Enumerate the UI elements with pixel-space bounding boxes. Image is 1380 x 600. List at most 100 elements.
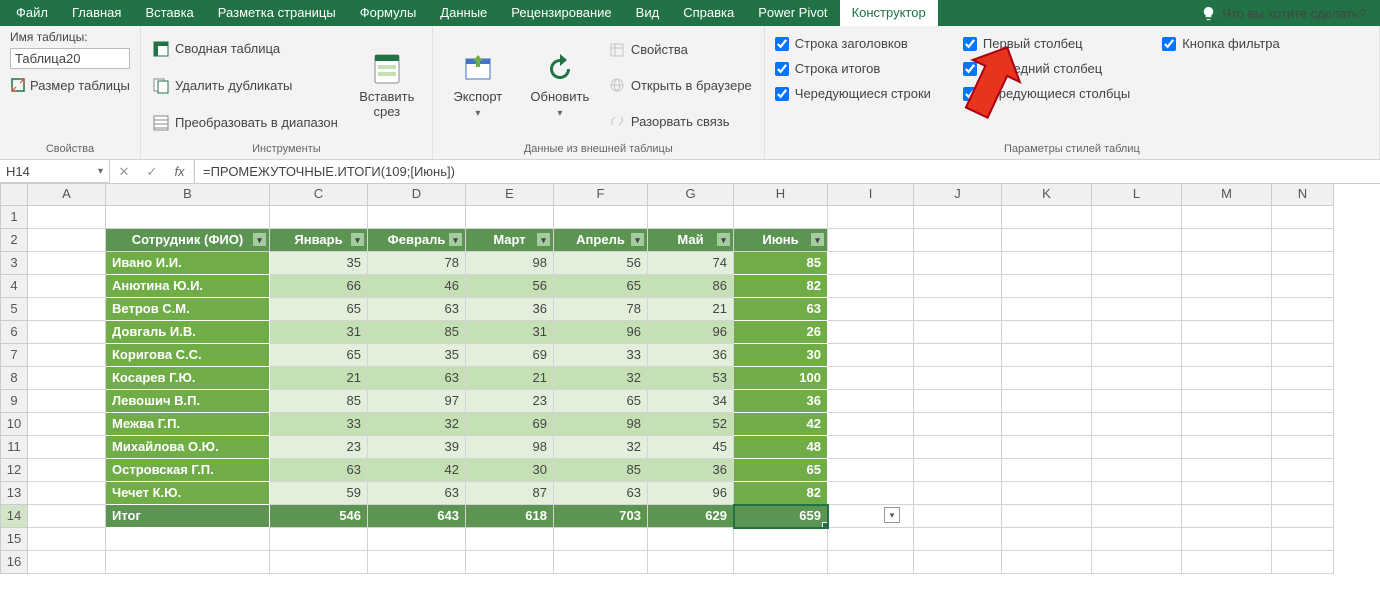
cell[interactable]: 56 [466, 275, 554, 298]
col-header[interactable]: C [270, 184, 368, 206]
cell[interactable]: Довгаль И.В. [106, 321, 270, 344]
cell[interactable]: Май▾ [648, 229, 734, 252]
cell[interactable] [28, 505, 106, 528]
cell[interactable] [1182, 252, 1272, 275]
cell[interactable]: 703 [554, 505, 648, 528]
cell[interactable] [1002, 413, 1092, 436]
cell[interactable]: 53 [648, 367, 734, 390]
cell[interactable]: 34 [648, 390, 734, 413]
cell[interactable] [914, 275, 1002, 298]
cell[interactable] [828, 528, 914, 551]
cell[interactable]: 32 [554, 367, 648, 390]
cell[interactable]: 48 [734, 436, 828, 459]
cell[interactable]: 65 [270, 344, 368, 367]
cell[interactable]: Апрель▾ [554, 229, 648, 252]
cell[interactable] [28, 390, 106, 413]
cell[interactable] [554, 551, 648, 574]
cell[interactable]: 82 [734, 482, 828, 505]
tab-Разметка страницы[interactable]: Разметка страницы [206, 0, 348, 26]
cell[interactable] [828, 298, 914, 321]
cell[interactable] [1272, 413, 1334, 436]
cell[interactable] [1272, 390, 1334, 413]
resize-table-button[interactable]: Размер таблицы [10, 77, 130, 93]
cell[interactable]: 31 [466, 321, 554, 344]
cell[interactable] [28, 528, 106, 551]
cell[interactable]: 63 [368, 482, 466, 505]
cell[interactable] [368, 206, 466, 229]
table-name-input[interactable] [10, 48, 130, 69]
cell[interactable] [1182, 229, 1272, 252]
select-all-corner[interactable] [0, 184, 28, 206]
cell[interactable] [1092, 206, 1182, 229]
filter-button[interactable]: ▾ [536, 232, 551, 247]
cell[interactable] [1002, 252, 1092, 275]
col-header[interactable]: I [828, 184, 914, 206]
row-header[interactable]: 3 [0, 252, 28, 275]
row-header[interactable]: 10 [0, 413, 28, 436]
cell[interactable]: 36 [466, 298, 554, 321]
cell[interactable] [28, 298, 106, 321]
cell[interactable] [914, 206, 1002, 229]
tab-Конструктор[interactable]: Конструктор [840, 0, 938, 26]
tab-Файл[interactable]: Файл [4, 0, 60, 26]
cell[interactable] [28, 344, 106, 367]
cell[interactable] [1092, 229, 1182, 252]
cell[interactable] [1092, 482, 1182, 505]
cell[interactable] [270, 206, 368, 229]
cell[interactable]: 74 [648, 252, 734, 275]
cell[interactable] [828, 436, 914, 459]
cell[interactable] [28, 275, 106, 298]
name-box[interactable]: H14▾ [0, 160, 110, 183]
cell[interactable] [1272, 298, 1334, 321]
filter-button[interactable]: ▾ [630, 232, 645, 247]
cell[interactable] [106, 528, 270, 551]
col-header[interactable]: E [466, 184, 554, 206]
row-header[interactable]: 14 [0, 505, 28, 528]
export-button[interactable]: Экспорт▾ [443, 30, 513, 141]
cell[interactable] [1002, 367, 1092, 390]
cell[interactable] [28, 436, 106, 459]
cell[interactable] [1272, 436, 1334, 459]
cell[interactable] [914, 252, 1002, 275]
cell[interactable] [1002, 551, 1092, 574]
chk-last-col[interactable]: Последний столбец [963, 61, 1130, 76]
cell[interactable] [1002, 229, 1092, 252]
cell[interactable] [270, 551, 368, 574]
cell[interactable] [368, 551, 466, 574]
cell[interactable] [1092, 298, 1182, 321]
cell[interactable] [1002, 206, 1092, 229]
cell[interactable] [734, 528, 828, 551]
cell[interactable]: 32 [368, 413, 466, 436]
row-header[interactable]: 15 [0, 528, 28, 551]
cell[interactable]: 56 [554, 252, 648, 275]
chk-filter-button[interactable]: Кнопка фильтра [1162, 36, 1280, 51]
cell[interactable] [28, 551, 106, 574]
cell[interactable] [1002, 482, 1092, 505]
cell[interactable] [828, 367, 914, 390]
cell[interactable] [1182, 298, 1272, 321]
col-header[interactable]: K [1002, 184, 1092, 206]
col-header[interactable]: M [1182, 184, 1272, 206]
cell[interactable]: 33 [270, 413, 368, 436]
cell[interactable] [1092, 367, 1182, 390]
cell[interactable] [828, 206, 914, 229]
cell[interactable] [1272, 459, 1334, 482]
cell[interactable] [828, 459, 914, 482]
cell[interactable] [1092, 390, 1182, 413]
tab-Формулы[interactable]: Формулы [348, 0, 429, 26]
row-header[interactable]: 7 [0, 344, 28, 367]
cell[interactable] [28, 413, 106, 436]
cell[interactable] [828, 275, 914, 298]
cell[interactable] [648, 206, 734, 229]
cell[interactable] [554, 528, 648, 551]
cell[interactable]: 32 [554, 436, 648, 459]
cell[interactable] [1002, 436, 1092, 459]
cell[interactable] [1182, 436, 1272, 459]
cell[interactable]: 42 [734, 413, 828, 436]
cell[interactable]: Сотрудник (ФИО)▾ [106, 229, 270, 252]
cell[interactable]: Ивано И.И. [106, 252, 270, 275]
cell[interactable] [914, 367, 1002, 390]
cell[interactable] [466, 551, 554, 574]
cell[interactable] [734, 551, 828, 574]
cell[interactable]: Итог [106, 505, 270, 528]
